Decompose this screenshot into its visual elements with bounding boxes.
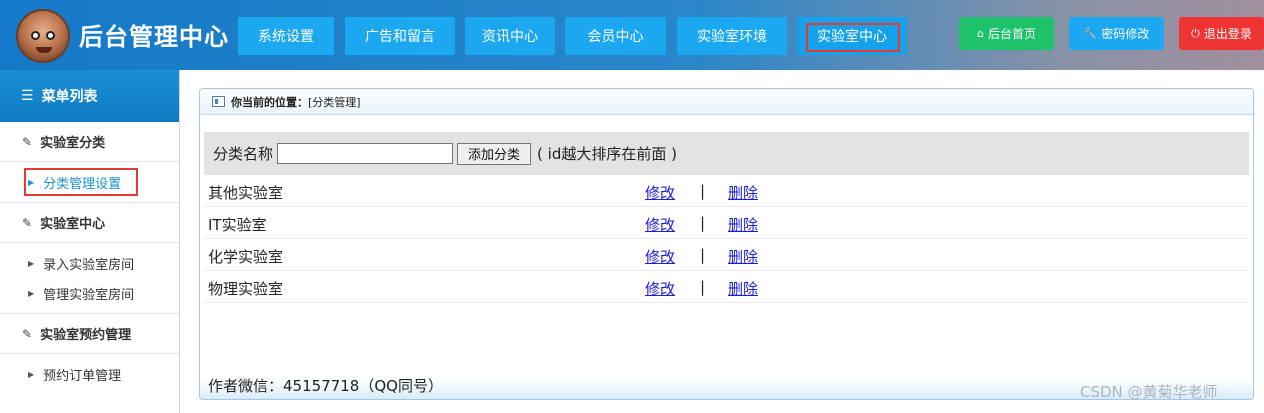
sidebar-header: ☰ 菜单列表 xyxy=(0,70,179,122)
nav-news-center[interactable]: 资讯中心 xyxy=(465,17,555,55)
home-button-label: 后台首页 xyxy=(987,27,1036,41)
separator: | xyxy=(700,278,706,296)
list-item: 物理实验室 修改 | 删除 xyxy=(204,271,1249,303)
nav-lab-center[interactable]: 实验室中心 xyxy=(797,17,907,55)
sidebar: ☰ 菜单列表 ✎ 实验室分类 ▶ 分类管理设置 ✎ 实验室中心 ▶ 录入实验室房… xyxy=(0,70,180,413)
edit-icon: ✎ xyxy=(22,215,33,230)
add-category-button[interactable]: 添加分类 xyxy=(457,142,532,165)
list-icon: ☰ xyxy=(21,88,34,104)
site-title: 后台管理中心 xyxy=(79,23,229,51)
nav-system-settings[interactable]: 系统设置 xyxy=(238,17,334,55)
content-panel: 你当前的位置： [分类管理] 分类名称 添加分类 ( id越大排序在前面 ) 其… xyxy=(199,88,1254,400)
sidebar-sublist: ▶ 录入实验室房间 ▶ 管理实验室房间 xyxy=(0,243,179,314)
list-item: IT实验室 修改 | 删除 xyxy=(204,207,1249,239)
sidebar-group-label: 实验室中心 xyxy=(40,217,106,232)
add-category-form: 分类名称 添加分类 ( id越大排序在前面 ) xyxy=(204,132,1249,175)
delete-link[interactable]: 删除 xyxy=(728,278,758,299)
logout-label: 退出登录 xyxy=(1203,27,1252,41)
breadcrumb-prefix: 你当前的位置： xyxy=(231,95,308,109)
caret-right-icon: ▶ xyxy=(28,288,35,298)
panel-icon xyxy=(212,96,225,107)
logout-button[interactable]: ⏻ 退出登录 xyxy=(1179,17,1264,50)
sidebar-title: 菜单列表 xyxy=(41,89,98,105)
category-name: IT实验室 xyxy=(208,216,267,234)
nav-ads-messages[interactable]: 广告和留言 xyxy=(345,17,455,55)
home-icon: ⌂ xyxy=(977,27,984,40)
category-name-input[interactable] xyxy=(277,143,454,164)
breadcrumb: 你当前的位置： [分类管理] xyxy=(200,89,1253,115)
sidebar-item-label: 预约订单管理 xyxy=(43,368,122,384)
sort-hint: ( id越大排序在前面 ) xyxy=(537,145,677,163)
watermark: CSDN @黄菊华老师 xyxy=(1080,383,1218,401)
change-password-label: 密码修改 xyxy=(1101,27,1150,41)
caret-right-icon: ▶ xyxy=(28,177,35,187)
edit-icon: ✎ xyxy=(22,326,33,341)
wrench-icon: 🔧 xyxy=(1083,27,1098,40)
delete-link[interactable]: 删除 xyxy=(728,214,758,235)
sidebar-sublist: ▶ 预约订单管理 xyxy=(0,354,179,389)
delete-link[interactable]: 删除 xyxy=(728,246,758,267)
nav-lab-environment[interactable]: 实验室环境 xyxy=(677,17,787,55)
top-header: 后台管理中心 系统设置 广告和留言 资讯中心 会员中心 实验室环境 实验室中心 … xyxy=(0,0,1264,70)
sidebar-item-label: 管理实验室房间 xyxy=(43,287,135,303)
sidebar-item-category-settings[interactable]: ▶ 分类管理设置 xyxy=(0,162,179,203)
sidebar-item-label: 录入实验室房间 xyxy=(43,257,135,273)
edit-link[interactable]: 修改 xyxy=(645,182,675,203)
category-name-label: 分类名称 xyxy=(213,145,274,163)
separator: | xyxy=(700,182,706,200)
home-button[interactable]: ⌂ 后台首页 xyxy=(959,17,1054,50)
delete-link[interactable]: 删除 xyxy=(728,182,758,203)
category-name: 化学实验室 xyxy=(208,248,284,266)
sidebar-group-lab-center[interactable]: ✎ 实验室中心 xyxy=(0,203,179,243)
sidebar-item-label: 分类管理设置 xyxy=(43,176,122,192)
caret-right-icon: ▶ xyxy=(28,258,35,268)
category-name: 物理实验室 xyxy=(208,280,284,298)
caret-right-icon: ▶ xyxy=(28,369,35,379)
edit-link[interactable]: 修改 xyxy=(645,246,675,267)
separator: | xyxy=(700,214,706,232)
author-contact: 作者微信：45157718（QQ同号） xyxy=(208,377,443,395)
sidebar-item-add-lab-room[interactable]: ▶ 录入实验室房间 xyxy=(0,248,179,278)
separator: | xyxy=(700,246,706,264)
edit-link[interactable]: 修改 xyxy=(645,214,675,235)
category-name: 其他实验室 xyxy=(208,184,284,202)
edit-link[interactable]: 修改 xyxy=(645,278,675,299)
edit-icon: ✎ xyxy=(22,134,33,149)
breadcrumb-current: [分类管理] xyxy=(308,95,361,109)
logo-avatar-icon xyxy=(16,9,70,63)
list-item: 其他实验室 修改 | 删除 xyxy=(204,175,1249,207)
power-icon: ⏻ xyxy=(1191,26,1200,40)
sidebar-group-label: 实验室预约管理 xyxy=(40,328,132,343)
sidebar-item-booking-orders[interactable]: ▶ 预约订单管理 xyxy=(0,359,179,389)
sidebar-group-label: 实验室分类 xyxy=(40,136,106,151)
sidebar-group-lab-category[interactable]: ✎ 实验室分类 xyxy=(0,122,179,162)
category-list: 其他实验室 修改 | 删除 IT实验室 修改 | 删除 化学实验室 修改 | 删… xyxy=(204,175,1249,303)
nav-member-center[interactable]: 会员中心 xyxy=(565,17,666,55)
change-password-button[interactable]: 🔧 密码修改 xyxy=(1069,17,1164,50)
sidebar-group-lab-booking[interactable]: ✎ 实验室预约管理 xyxy=(0,314,179,354)
sidebar-item-manage-lab-room[interactable]: ▶ 管理实验室房间 xyxy=(0,278,179,308)
list-item: 化学实验室 修改 | 删除 xyxy=(204,239,1249,271)
